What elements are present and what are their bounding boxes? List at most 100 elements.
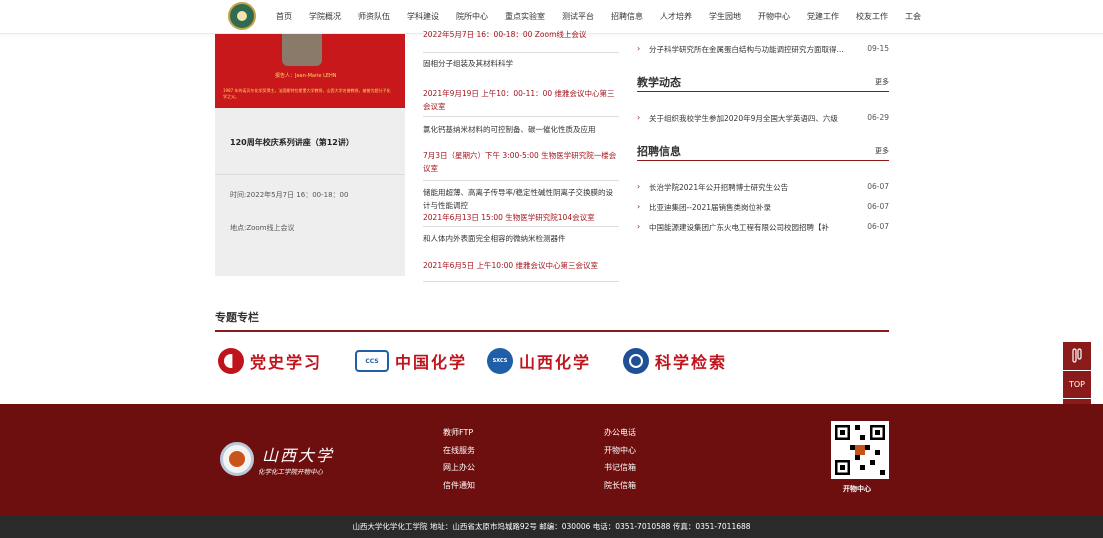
banner-text: 党史学习 xyxy=(250,353,323,372)
list-item[interactable]: 储能用超薄、高离子传导率/稳定性碱性阴离子交换膜的设计与性能调控 xyxy=(423,181,619,210)
nav-item-test-platform[interactable]: 测试平台 xyxy=(562,11,594,22)
feature-lecture-card[interactable]: 报告人：Jean-Marie LEHN 1987 年的诺贝尔化学奖得主，法国斯特… xyxy=(215,34,405,276)
lecture-list: 2022年5月7日 16：00-18：00 Zoom线上会议 固相分子组装及其材… xyxy=(423,28,619,282)
list-item[interactable]: 固相分子组装及其材料科学 xyxy=(423,53,619,83)
top-label: TOP xyxy=(1068,380,1085,389)
more-link[interactable]: 更多 xyxy=(875,77,889,87)
footer-link-ftp[interactable]: 教师FTP xyxy=(443,424,475,442)
more-link[interactable]: 更多 xyxy=(875,146,889,156)
nav-item-disciplines[interactable]: 学科建设 xyxy=(407,11,439,22)
footer-school-subtitle: 化学化工学院开物中心 xyxy=(258,468,323,476)
chevron-right-icon: › xyxy=(637,182,641,191)
news-date: 09-15 xyxy=(867,44,889,53)
sxcs-badge-text: SXCS xyxy=(492,358,508,364)
school-logo[interactable] xyxy=(228,2,256,30)
list-item[interactable]: 和人体内外表面完全相容的微纳米检测器件 xyxy=(423,227,619,255)
news-date: 06-07 xyxy=(867,222,889,231)
chevron-right-icon: › xyxy=(637,113,641,122)
qr-code xyxy=(831,421,889,479)
footer-school-name: 山西大学 xyxy=(262,446,335,465)
special-column-title: 专题专栏 xyxy=(215,311,259,324)
footer-link-kaiwu[interactable]: 开物中心 xyxy=(604,442,636,460)
nav-item-recruitment[interactable]: 招聘信息 xyxy=(611,11,643,22)
news-item[interactable]: › 中国能源建设集团广东火电工程有限公司校园招聘【补 06-07 xyxy=(637,222,889,234)
recruitment-header: 招聘信息 更多 xyxy=(637,141,889,161)
footer-link-online-service[interactable]: 在线服务 xyxy=(443,442,475,460)
poster-reporter-text: 报告人：Jean-Marie LEHN xyxy=(275,73,337,79)
list-item[interactable]: 2021年6月13日 15:00 生物医学研究院104会议室 xyxy=(423,209,619,227)
feature-place: 地点:Zoom线上会议 xyxy=(230,224,295,232)
divider xyxy=(215,174,405,175)
nav-item-home[interactable]: 首页 xyxy=(276,11,292,22)
banner-chinese-chemistry[interactable]: CCS 中国化学 xyxy=(355,347,467,375)
footer-links-col2: 办公电话 开物中心 书记信箱 院长信箱 xyxy=(604,424,636,494)
side-float-chem-button[interactable] xyxy=(1063,342,1091,370)
nav-item-talent[interactable]: 人才培养 xyxy=(660,11,692,22)
list-item[interactable]: 氯化钙基纳米材料的可控制备、碳一催化性质及应用 xyxy=(423,117,619,147)
chevron-right-icon: › xyxy=(637,202,641,211)
news-item[interactable]: › 比亚迪集团--2021届销售类岗位补录 06-07 xyxy=(637,202,889,214)
ccs-badge-text: CCS xyxy=(365,357,379,365)
banner-text: 中国化学 xyxy=(395,353,468,372)
news-date: 06-29 xyxy=(867,113,889,122)
nav-item-alumni[interactable]: 校友工作 xyxy=(856,11,888,22)
footer-link-online-office[interactable]: 网上办公 xyxy=(443,459,475,477)
news-date: 06-07 xyxy=(867,182,889,191)
lecture-title: 氯化钙基纳米材料的可控制备、碳一催化性质及应用 xyxy=(423,125,596,134)
nav-item-faculty[interactable]: 师资队伍 xyxy=(358,11,390,22)
lecture-date: 2022年5月7日 16：00-18：00 Zoom线上会议 xyxy=(423,30,587,39)
banner-text: 山西化学 xyxy=(519,353,592,372)
feature-title[interactable]: 120周年校庆系列讲座（第12讲） xyxy=(230,137,354,148)
test-tube-icon xyxy=(1072,348,1082,363)
list-item[interactable]: 7月3日（星期六）下午 3:00-5:00 生物医学研究院一楼会议室 xyxy=(423,147,619,181)
qr-code-icon xyxy=(835,425,885,475)
contact-info: 山西大学化学化工学院 地址：山西省太原市坞城路92号 邮编：030006 电话：… xyxy=(352,522,751,531)
news-item[interactable]: › 长治学院2021年公开招聘博士研究生公告 06-07 xyxy=(637,182,889,194)
lecture-date: 2021年6月5日 上午10:00 维雅会议中心第三会议室 xyxy=(423,261,599,270)
chevron-right-icon: › xyxy=(637,44,641,53)
news-item[interactable]: › 关于组织我校学生参加2020年9月全国大学英语四、六级 06-29 xyxy=(637,113,889,125)
speaker-photo xyxy=(282,34,322,66)
lecture-poster-image[interactable]: 报告人：Jean-Marie LEHN 1987 年的诺贝尔化学奖得主，法国斯特… xyxy=(215,34,405,108)
list-item[interactable]: 2022年5月7日 16：00-18：00 Zoom线上会议 xyxy=(423,28,619,53)
qr-label: 开物中心 xyxy=(843,485,871,493)
section-title: 招聘信息 xyxy=(637,145,681,158)
news-title: 关于组织我校学生参加2020年9月全国大学英语四、六级 xyxy=(649,114,838,123)
news-title: 长治学院2021年公开招聘博士研究生公告 xyxy=(649,183,789,192)
nav-item-key-labs[interactable]: 重点实验室 xyxy=(505,11,545,22)
ccs-logo-icon: CCS xyxy=(355,350,389,372)
feature-time: 时间:2022年5月7日 16：00-18：00 xyxy=(230,191,349,199)
footer-link-notices[interactable]: 信件通知 xyxy=(443,477,475,495)
lecture-title: 和人体内外表面完全相容的微纳米检测器件 xyxy=(423,234,566,243)
news-title: 分子科学研究所在金属蛋白结构与功能调控研究方面取得... xyxy=(649,45,844,54)
banner-science-search[interactable]: 科学检索 xyxy=(623,347,727,375)
footer-link-office-phone[interactable]: 办公电话 xyxy=(604,424,636,442)
banner-shanxi-chemistry[interactable]: SXCS 山西化学 xyxy=(487,347,591,375)
banner-text: 科学检索 xyxy=(655,353,728,372)
footer-link-secretary-mail[interactable]: 书记信箱 xyxy=(604,459,636,477)
chevron-right-icon: › xyxy=(637,222,641,231)
lecture-date: 7月3日（星期六）下午 3:00-5:00 生物医学研究院一楼会议室 xyxy=(423,151,617,173)
cas-logo-icon xyxy=(623,348,649,374)
footer-link-dean-mail[interactable]: 院长信箱 xyxy=(604,477,636,495)
nav-item-institutes[interactable]: 院所中心 xyxy=(456,11,488,22)
section-title: 教学动态 xyxy=(637,76,681,89)
back-to-top-button[interactable]: TOP xyxy=(1063,371,1091,398)
section-divider xyxy=(215,330,889,332)
poster-description-text: 1987 年的诺贝尔化学奖得主，法国斯特拉斯堡大学教授，山西大学名誉教授，被誉为… xyxy=(223,88,391,99)
list-item[interactable]: 2021年6月5日 上午10:00 维雅会议中心第三会议室 xyxy=(423,255,619,282)
party-emblem-icon xyxy=(218,348,244,374)
list-item[interactable]: 2021年9月19日 上午10：00-11：00 维雅会议中心第三会议室 xyxy=(423,83,619,117)
nav-item-students[interactable]: 学生园地 xyxy=(709,11,741,22)
lecture-date: 2021年6月13日 15:00 生物医学研究院104会议室 xyxy=(423,213,595,222)
footer-logo-icon xyxy=(220,442,254,476)
main-nav: 首页 学院概况 师资队伍 学科建设 院所中心 重点实验室 测试平台 招聘信息 人… xyxy=(276,11,938,22)
news-item[interactable]: › 分子科学研究所在金属蛋白结构与功能调控研究方面取得... 09-15 xyxy=(637,44,889,56)
nav-item-overview[interactable]: 学院概况 xyxy=(309,11,341,22)
news-title: 中国能源建设集团广东火电工程有限公司校园招聘【补 xyxy=(649,223,829,232)
nav-item-union[interactable]: 工会 xyxy=(905,11,921,22)
banner-party-history[interactable]: 党史学习 xyxy=(218,347,322,375)
footer-links-col1: 教师FTP 在线服务 网上办公 信件通知 xyxy=(443,424,475,494)
nav-item-party[interactable]: 党建工作 xyxy=(807,11,839,22)
nav-item-kaiwu-center[interactable]: 开物中心 xyxy=(758,11,790,22)
